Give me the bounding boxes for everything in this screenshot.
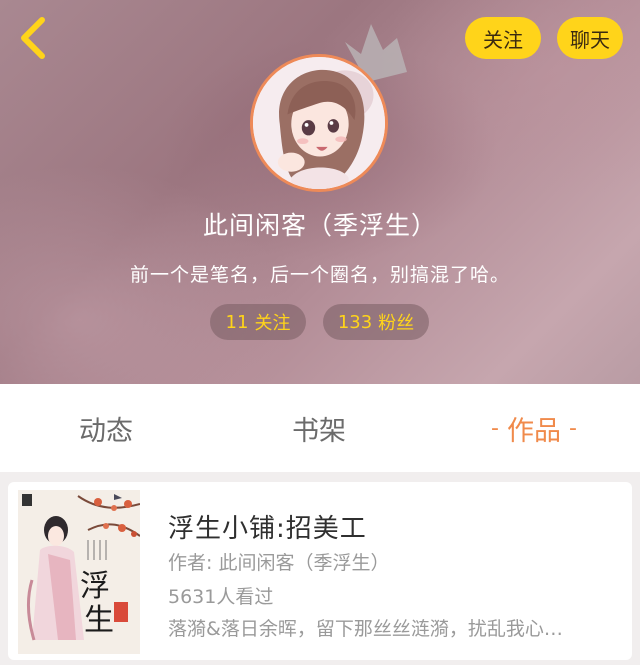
follow-button[interactable]: 关注 <box>465 17 541 59</box>
tab-bookshelf[interactable]: 书架 <box>263 384 375 472</box>
chat-button[interactable]: 聊天 <box>557 17 623 59</box>
user-bio: 前一个是笔名，后一个圈名，别搞混了哈。 <box>129 264 510 286</box>
username: 此间闲客（季浮生） <box>202 211 437 240</box>
chevron-left-icon <box>21 17 45 59</box>
book-author: 作者: 此间闲客（季浮生） <box>168 552 390 574</box>
profile-tabs: 动态 书架 - 作品 - <box>0 384 640 472</box>
book-view-count: 5631人看过 <box>168 586 274 608</box>
tab-dynamics[interactable]: 动态 <box>50 384 162 472</box>
book-description: 落漪&落日余晖，留下那丝丝涟漪，扰乱我心… <box>168 618 563 640</box>
following-count: 11 <box>225 311 249 333</box>
svg-text:浮: 浮 <box>80 569 110 604</box>
book-cover[interactable]: 浮 生 <box>18 490 140 654</box>
svg-text:生: 生 <box>84 603 114 638</box>
fans-count-chip[interactable]: 133 粉丝 <box>323 304 429 340</box>
book-title[interactable]: 浮生小铺:招美工 <box>168 508 367 545</box>
avatar[interactable] <box>250 54 388 192</box>
following-count-chip[interactable]: 11 关注 <box>210 304 306 340</box>
following-label: 关注 <box>254 313 291 334</box>
profile-header: 关注 聊天 此间闲客（季浮生） 前一个是笔名，后一个圈名，别搞混了哈。 11 关… <box>0 0 640 384</box>
tab-works[interactable]: - 作品 - <box>470 384 598 472</box>
work-card[interactable]: 浮 生 浮生小铺:招美工 作者: 此间闲客（季浮生） 5631人看过 落漪&落日… <box>8 482 632 660</box>
avatar-illustration <box>253 57 385 189</box>
back-button[interactable] <box>14 14 54 62</box>
active-indicator-right: - <box>569 415 577 441</box>
fans-count: 133 <box>337 311 373 333</box>
active-indicator-left: - <box>491 415 499 441</box>
book-cover-illustration: 浮 生 <box>18 490 140 654</box>
fans-label: 粉丝 <box>378 313 415 334</box>
tab-works-label: 作品 <box>507 415 561 447</box>
